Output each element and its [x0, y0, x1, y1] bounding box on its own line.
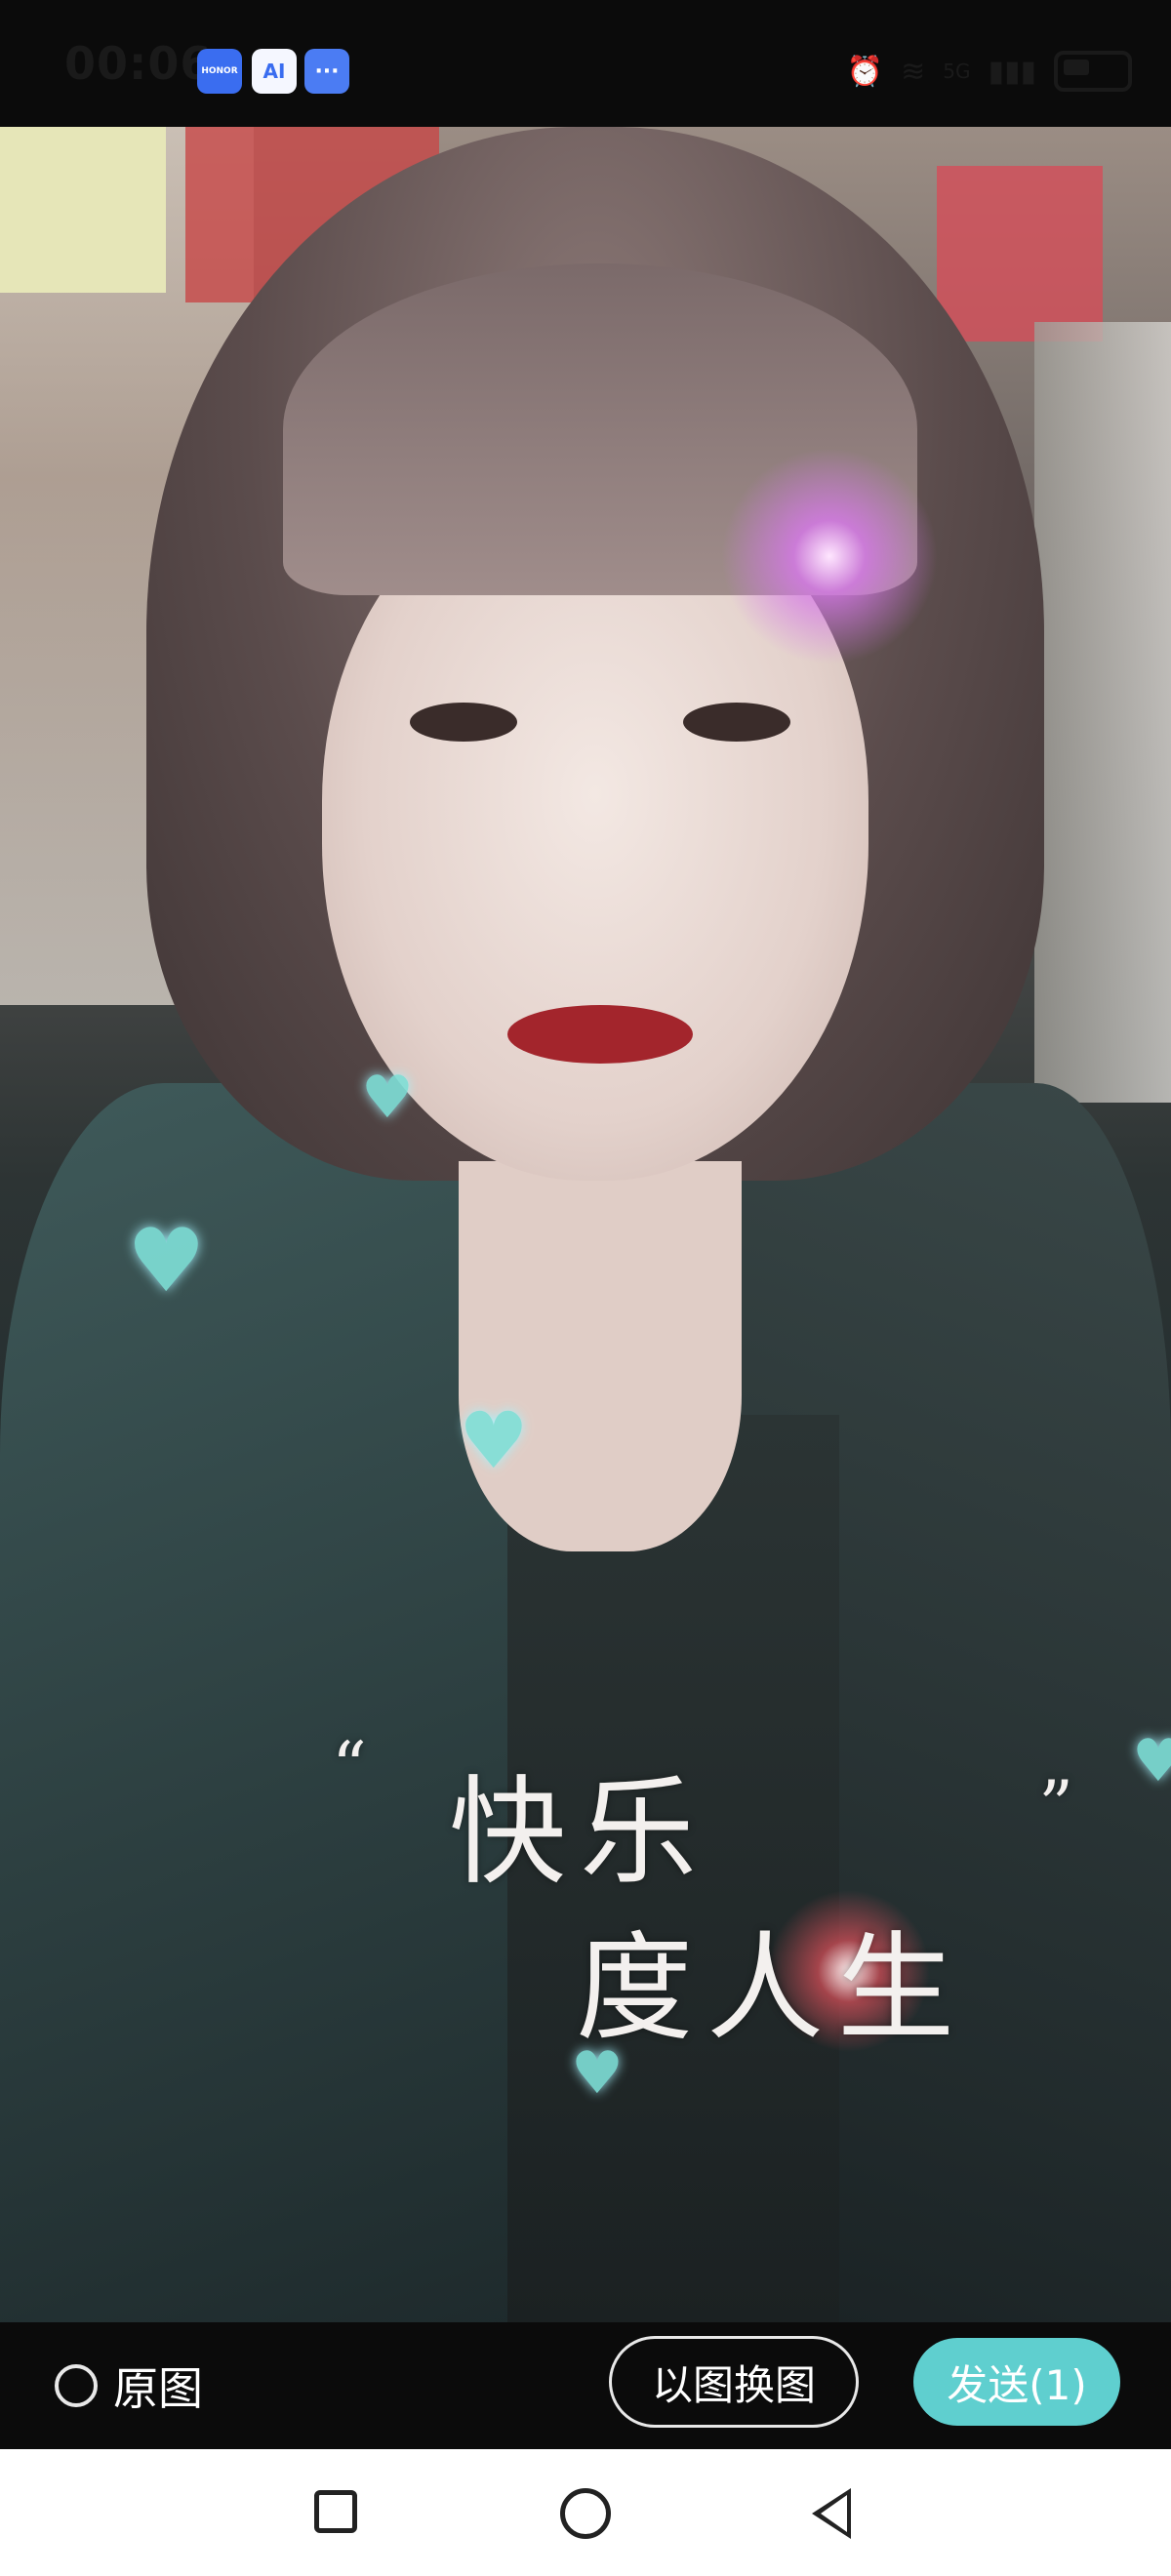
heart-icon: ♥ — [459, 1395, 529, 1486]
original-label: 原图 — [113, 2362, 203, 2415]
navigation-bar — [0, 2449, 1171, 2576]
right-eye — [683, 703, 790, 742]
quote-close: ” — [1038, 1766, 1073, 1846]
wall — [1034, 322, 1171, 1103]
action-bar: 原图 以图换图 发送(1) — [0, 2322, 1171, 2449]
status-time: 00:06 — [64, 37, 213, 90]
status-bar: 00:06 HONOR AI ··· ⏰ ≋ 5G ▮▮▮ — [0, 0, 1171, 127]
heart-icon: ♥ — [127, 1210, 206, 1312]
send-button[interactable]: 发送(1) — [913, 2338, 1120, 2426]
caption-line-1: 快乐 — [449, 1765, 710, 1901]
photo-preview: ♥ ♥ ♥ ♥ ♥ “ 快乐 度人生 ” — [0, 127, 1171, 2322]
honor-app-icon: HONOR — [197, 49, 242, 94]
alarm-icon: ⏰ — [846, 54, 884, 89]
heart-icon: ♥ — [361, 1064, 414, 1132]
signal-icon: ▮▮▮ — [988, 54, 1036, 89]
wifi-icon: ≋ — [901, 54, 926, 89]
status-icons: ⏰ ≋ 5G ▮▮▮ — [847, 47, 1132, 96]
book — [0, 127, 166, 293]
original-image-toggle[interactable]: 原图 — [55, 2354, 203, 2418]
radio-circle-icon[interactable] — [55, 2364, 98, 2407]
recent-apps-icon[interactable] — [314, 2490, 357, 2533]
sparkle-effect — [703, 429, 956, 683]
caption-line-2: 度人生 — [576, 1921, 968, 2057]
left-eye — [410, 703, 517, 742]
neck — [459, 1161, 742, 1551]
heart-icon: ♥ — [1132, 1727, 1171, 1795]
battery-icon — [1054, 51, 1132, 92]
message-app-icon: ··· — [304, 49, 349, 94]
ai-app-icon: AI — [252, 49, 297, 94]
home-icon[interactable] — [560, 2488, 611, 2539]
swap-image-button[interactable]: 以图换图 — [609, 2336, 859, 2428]
back-icon[interactable] — [812, 2488, 851, 2539]
book — [937, 166, 1103, 342]
network-label: 5G — [943, 60, 971, 83]
quote-open: “ — [332, 1727, 367, 1807]
lips — [507, 1005, 693, 1064]
